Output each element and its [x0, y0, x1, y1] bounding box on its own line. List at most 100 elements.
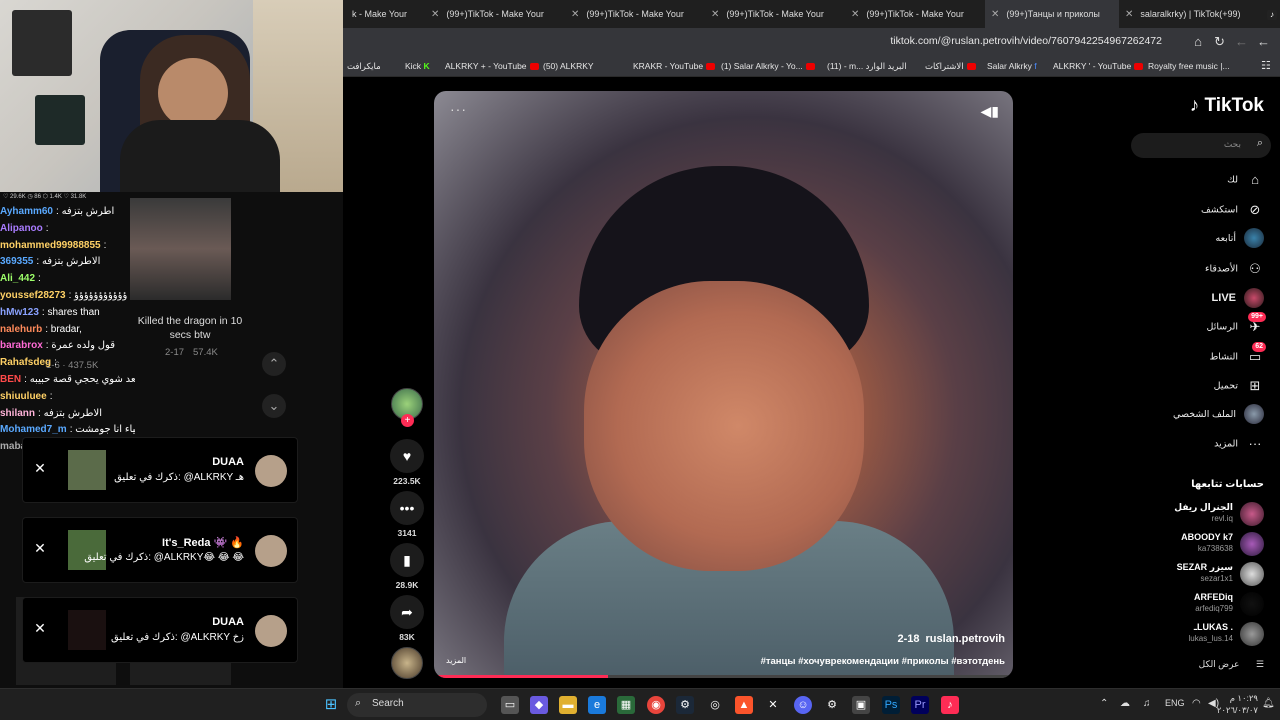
- windows-start-icon[interactable]: ⊞: [322, 696, 340, 714]
- comment-icon[interactable]: •••: [390, 491, 424, 525]
- bookmark-item[interactable]: Royalty free music |...: [1148, 55, 1230, 77]
- bookmarks-menu-icon[interactable]: ☷: [1261, 55, 1271, 77]
- bookmark-item[interactable]: (1) Salar Alkrky - Yo...: [721, 55, 815, 77]
- close-icon[interactable]: ✕: [33, 540, 47, 557]
- following-account[interactable]: ARFEDiq arfediq799: [1134, 591, 1264, 617]
- video-author[interactable]: ruslan.petrovih: [926, 633, 1005, 645]
- close-icon[interactable]: ✕: [571, 9, 579, 20]
- volume-icon[interactable]: ◀▮: [981, 103, 999, 120]
- forward-icon[interactable]: ←: [1235, 34, 1248, 49]
- close-icon[interactable]: ✕: [1125, 9, 1133, 20]
- heart-icon[interactable]: ♥: [390, 439, 424, 473]
- nav-live[interactable]: LIVE: [1212, 286, 1264, 310]
- save-action[interactable]: ▮ 28.9K: [390, 543, 424, 590]
- close-icon[interactable]: ✕: [711, 9, 719, 20]
- follow-plus-icon[interactable]: +: [401, 414, 414, 427]
- browser-tab[interactable]: ✕ salaralkrky) | TikTok(+99): [1119, 0, 1259, 28]
- microphone-icon[interactable]: ♫: [1143, 698, 1151, 709]
- notification-card[interactable]: ✕ DUAA ذكرك في تعليق: @ALKRKY هـ: [22, 437, 298, 503]
- bookmark-item[interactable]: ALKRKY ' - YouTube: [1053, 55, 1144, 77]
- close-icon[interactable]: ✕: [431, 9, 439, 20]
- nav-messages[interactable]: الرسائل ✈ 99+: [1207, 312, 1266, 339]
- scroll-down-button[interactable]: ⌄: [262, 394, 286, 418]
- copilot-icon[interactable]: ◆: [530, 696, 548, 714]
- close-icon[interactable]: ✕: [851, 9, 859, 20]
- discord-icon[interactable]: ☺: [794, 696, 812, 714]
- side-video-thumbnail[interactable]: [130, 198, 231, 300]
- bookmark-item[interactable]: ALKRKY + - YouTube: [445, 55, 539, 77]
- following-account[interactable]: SEZAR سيزر sezar1x1: [1134, 561, 1264, 587]
- browser-tab[interactable]: k - Make Your: [343, 0, 425, 28]
- edge-icon[interactable]: e: [588, 696, 606, 714]
- bookmark-icon[interactable]: ▮: [390, 543, 424, 577]
- share-icon[interactable]: ➦: [390, 595, 424, 629]
- wifi-icon[interactable]: ◠: [1192, 698, 1201, 709]
- reload-icon[interactable]: ↻: [1214, 34, 1225, 50]
- nav-activity[interactable]: النشاط ▭ 62: [1209, 342, 1266, 369]
- language-indicator[interactable]: ENG: [1165, 698, 1185, 708]
- bookmark-item[interactable]: (50) ALKRKY: [543, 55, 594, 77]
- close-icon[interactable]: ✕: [991, 9, 999, 20]
- steam-icon[interactable]: ⚙: [676, 696, 694, 714]
- search-input[interactable]: بحث ⌕: [1131, 133, 1271, 158]
- notifications-icon[interactable]: 🔔︎: [1262, 698, 1275, 709]
- following-account[interactable]: ABOODY k7 ka738638: [1134, 531, 1264, 557]
- tiktok-logo[interactable]: ♪ TikTok: [1190, 95, 1264, 117]
- see-all-link[interactable]: عرض الكل ☰: [1199, 659, 1264, 670]
- cloud-icon[interactable]: ☁: [1120, 698, 1130, 709]
- tab-list-button[interactable]: ♪: [1261, 0, 1279, 28]
- back-icon[interactable]: ←: [1257, 34, 1270, 49]
- capcut-icon[interactable]: ✕: [764, 696, 782, 714]
- share-action[interactable]: ➦ 83K: [390, 595, 424, 642]
- comment-action[interactable]: ••• 3141: [390, 491, 424, 538]
- search-icon[interactable]: ⌕: [1257, 137, 1263, 150]
- tiktok-app-icon[interactable]: ♪: [941, 696, 959, 714]
- task-view-icon[interactable]: ▭: [501, 696, 519, 714]
- video-progress-bar[interactable]: [434, 675, 1013, 678]
- video-author-line[interactable]: 2-18 ruslan.petrovih: [898, 633, 1006, 645]
- photoshop-icon[interactable]: Ps: [882, 696, 900, 714]
- nav-more[interactable]: المزيد ···: [1214, 432, 1264, 456]
- chrome-icon[interactable]: ◉: [647, 696, 665, 714]
- nav-upload[interactable]: تحميل ⊞: [1214, 374, 1264, 398]
- notification-card[interactable]: ✕ It's_Reda 👾 🔥 ذكرك في تعليق: @ALKRKY😂 …: [22, 517, 298, 583]
- browser-tab-active[interactable]: ✕ (99+)Танцы и приколы: [985, 0, 1119, 28]
- following-account[interactable]: ـLUKAS . lukas_lus.14: [1134, 621, 1264, 647]
- nav-profile[interactable]: الملف الشخصي: [1173, 403, 1264, 427]
- close-icon[interactable]: ✕: [33, 460, 47, 477]
- taskbar-clock[interactable]: ١٠:٢٩ م ٢٠٢٦/٠٣/٠٧: [1217, 692, 1258, 716]
- side-video-title[interactable]: Killed the dragon in 10 secs btw: [135, 314, 245, 342]
- bookmark-item[interactable]: الاشتراكات: [925, 55, 976, 77]
- url-field[interactable]: tiktok.com/@ruslan.petrovih/video/760794…: [890, 35, 1162, 47]
- following-account[interactable]: الجنرال ريفل revl.iq: [1134, 501, 1264, 527]
- nav-explore[interactable]: استكشف ⊘: [1201, 198, 1264, 222]
- store-icon[interactable]: ▦: [617, 696, 635, 714]
- bookmark-item[interactable]: Kick K: [405, 55, 430, 77]
- browser-tab[interactable]: ✕ (99+)TikTok - Make Your: [705, 0, 845, 28]
- nav-following[interactable]: أتابعه: [1216, 227, 1264, 251]
- close-icon[interactable]: ✕: [33, 620, 47, 637]
- sound-avatar-button[interactable]: [390, 647, 424, 679]
- nav-for-you[interactable]: لك ⌂: [1227, 168, 1264, 192]
- snipping-icon[interactable]: ▣: [852, 696, 870, 714]
- bookmark-item[interactable]: (11) - m... البريد الوارد: [827, 55, 907, 77]
- video-player[interactable]: ··· ◀▮ 2-18 ruslan.petrovih #танцы #хочув…: [434, 91, 1013, 678]
- like-action[interactable]: ♥ 223.5K: [390, 439, 424, 486]
- taskbar-search[interactable]: ⌕ Search: [347, 693, 487, 717]
- more-options-icon[interactable]: ···: [450, 101, 467, 117]
- premiere-icon[interactable]: Pr: [911, 696, 929, 714]
- settings-icon[interactable]: ⚙: [823, 696, 841, 714]
- browser-tab[interactable]: ✕ (99+)TikTok - Make Your: [425, 0, 565, 28]
- file-explorer-icon[interactable]: ▬: [559, 696, 577, 714]
- home-icon[interactable]: ⌂: [1194, 34, 1202, 49]
- notification-card[interactable]: ✕ DUAA ذكرك في تعليق: @ALKRKY زخ: [22, 597, 298, 663]
- brave-icon[interactable]: ▲: [735, 696, 753, 714]
- nav-friends[interactable]: الأصدقاء ⚇: [1205, 257, 1264, 281]
- tray-chevron-icon[interactable]: ⌃: [1100, 698, 1108, 709]
- browser-tab[interactable]: ✕ (99+)TikTok - Make Your: [845, 0, 985, 28]
- video-hashtags[interactable]: #танцы #хочуврекомендации #приколы #вэто…: [761, 656, 1005, 667]
- bookmark-item[interactable]: مايكرافت: [347, 55, 381, 77]
- video-more-link[interactable]: المزيد: [446, 656, 466, 665]
- browser-tab[interactable]: ✕ (99+)TikTok - Make Your: [565, 0, 705, 28]
- bookmark-item[interactable]: KRAKR - YouTube: [633, 55, 716, 77]
